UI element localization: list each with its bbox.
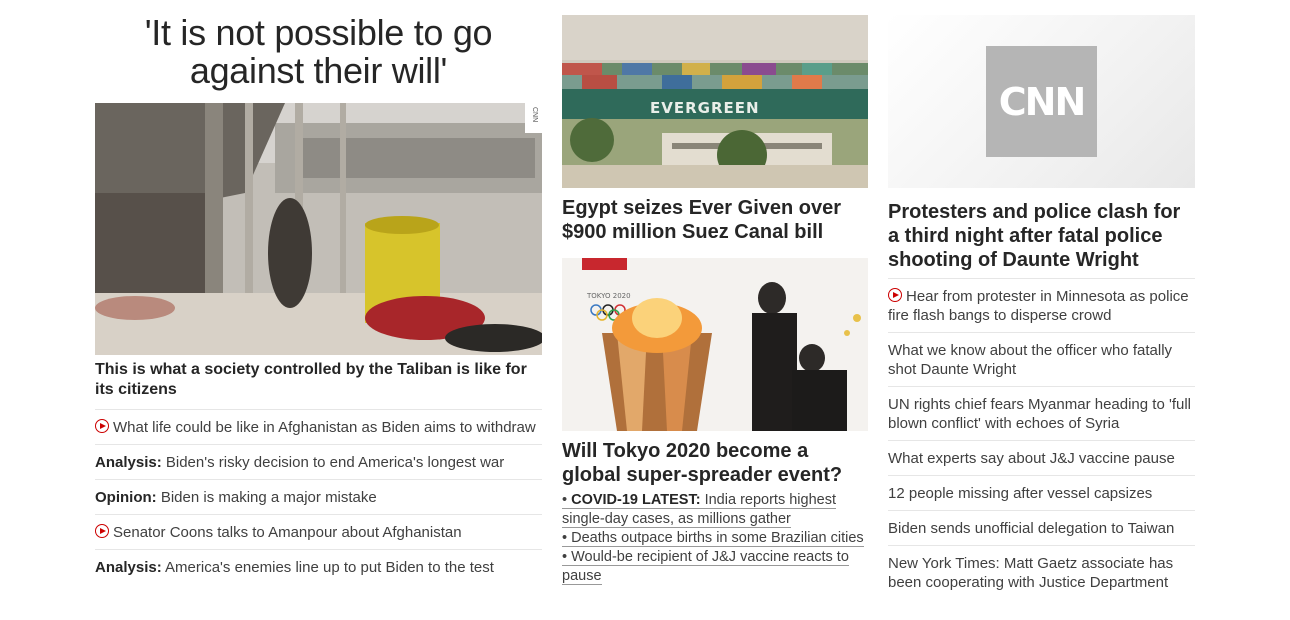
link-text[interactable]: What we know about the officer who fatal… — [888, 342, 1172, 378]
bullet-text[interactable]: Would-be recipient of J&J vaccine reacts… — [562, 549, 849, 584]
link-text[interactable]: New York Times: Matt Gaetz associate has… — [888, 555, 1173, 591]
afghanistan-related-links: What life could be like in Afghanistan a… — [95, 409, 542, 584]
play-circle-icon — [888, 288, 902, 302]
play-circle-icon — [95, 419, 109, 433]
related-link-2[interactable]: Analysis: Biden's risky decision to end … — [95, 444, 542, 479]
bullet-link-2[interactable]: • Deaths outpace births in some Brazilia… — [562, 529, 868, 548]
related-link-1[interactable]: What life could be like in Afghanistan a… — [95, 409, 542, 444]
link-text[interactable]: Hear from protester in Minnesota as poli… — [888, 288, 1189, 324]
daunte-wright-headline[interactable]: Protesters and police clash for a third … — [888, 200, 1195, 272]
link-text[interactable]: Senator Coons talks to Amanpour about Af… — [113, 524, 462, 541]
cnn-placeholder-image[interactable]: CNN — [888, 15, 1195, 188]
related-link-3[interactable]: Opinion: Biden is making a major mistake — [95, 479, 542, 514]
ever-given-ship-image[interactable]: EVERGREEN — [562, 15, 868, 188]
hero-headline-line-2[interactable]: against their will' — [190, 50, 448, 91]
taliban-market-image[interactable]: CNN — [95, 103, 542, 355]
related-link-5[interactable]: Analysis: America's enemies line up to p… — [95, 549, 542, 584]
cnn-logo-text: CNN — [998, 79, 1086, 124]
link-text[interactable]: Biden is making a major mistake — [161, 489, 377, 506]
play-circle-icon — [95, 524, 109, 538]
daunte-wright-related-links: Hear from protester in Minnesota as poli… — [888, 278, 1195, 599]
bullet-link-3[interactable]: • Would-be recipient of J&J vaccine reac… — [562, 548, 868, 586]
cnn-logo: CNN — [986, 46, 1097, 157]
link-text[interactable]: Biden's risky decision to end America's … — [166, 454, 504, 471]
link-text[interactable]: What experts say about J&J vaccine pause — [888, 450, 1175, 467]
tokyo-related-bullets: • COVID-19 LATEST: India reports highest… — [562, 491, 868, 586]
link-text[interactable]: 12 people missing after vessel capsizes — [888, 485, 1152, 502]
taliban-headline[interactable]: This is what a society controlled by the… — [95, 360, 535, 400]
link-text[interactable]: America's enemies line up to put Biden t… — [165, 559, 494, 576]
related-link-6[interactable]: Biden sends unofficial delegation to Tai… — [888, 510, 1195, 545]
related-link-7[interactable]: New York Times: Matt Gaetz associate has… — [888, 545, 1195, 599]
ever-given-headline[interactable]: Egypt seizes Ever Given over $900 millio… — [562, 196, 862, 244]
ship-hull-text: EVERGREEN — [650, 99, 760, 117]
related-link-1[interactable]: Hear from protester in Minnesota as poli… — [888, 278, 1195, 332]
link-prefix: Analysis: — [95, 559, 162, 576]
related-link-4[interactable]: Senator Coons talks to Amanpour about Af… — [95, 514, 542, 549]
tokyo-headline[interactable]: Will Tokyo 2020 become a global super-sp… — [562, 439, 862, 487]
hero-headline[interactable]: 'It is not possible to go against their … — [95, 14, 542, 90]
related-link-3[interactable]: UN rights chief fears Myanmar heading to… — [888, 386, 1195, 440]
bullet-link-1[interactable]: • COVID-19 LATEST: India reports highest… — [562, 491, 868, 529]
link-text[interactable]: What life could be like in Afghanistan a… — [113, 419, 536, 436]
tokyo-logo-text: TOKYO 2020 — [586, 292, 631, 300]
related-link-4[interactable]: What experts say about J&J vaccine pause — [888, 440, 1195, 475]
link-prefix: Opinion: — [95, 489, 157, 506]
tokyo-olympic-torch-image[interactable]: TOKYO 2020 — [562, 258, 868, 431]
cnn-watermark: CNN — [531, 107, 538, 123]
related-link-5[interactable]: 12 people missing after vessel capsizes — [888, 475, 1195, 510]
link-text[interactable]: Biden sends unofficial delegation to Tai… — [888, 520, 1174, 537]
bullet-prefix: COVID-19 LATEST: — [571, 492, 701, 508]
hero-headline-line-1[interactable]: 'It is not possible to go — [145, 12, 493, 53]
bullet-text[interactable]: Deaths outpace births in some Brazilian … — [571, 530, 864, 546]
link-text[interactable]: UN rights chief fears Myanmar heading to… — [888, 396, 1191, 432]
link-prefix: Analysis: — [95, 454, 162, 471]
related-link-2[interactable]: What we know about the officer who fatal… — [888, 332, 1195, 386]
